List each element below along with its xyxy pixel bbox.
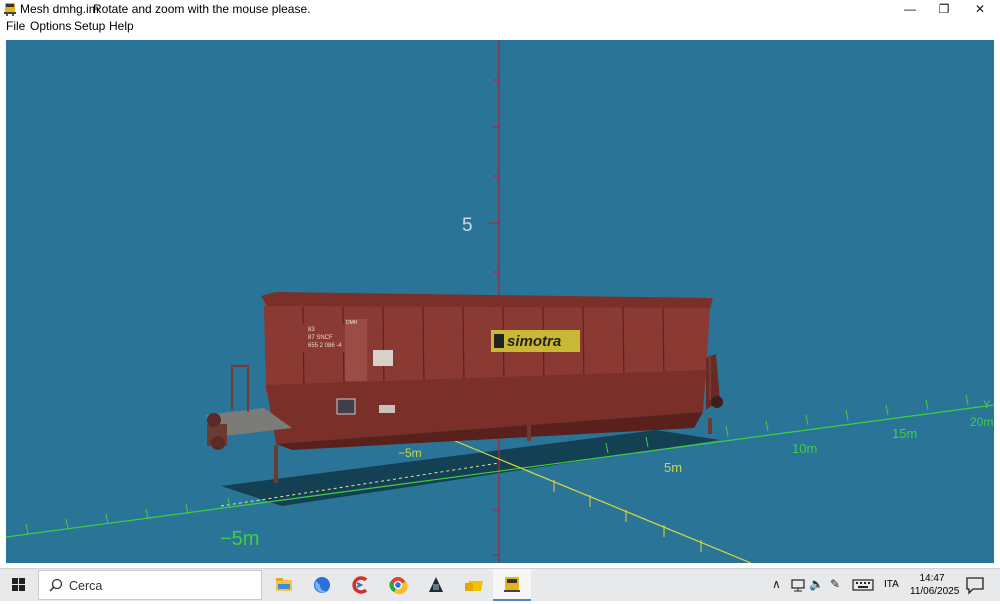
menu-setup[interactable]: Setup <box>74 19 105 33</box>
wagon-uic-line-3: 655 2 086 -4 <box>308 343 342 349</box>
close-button[interactable]: ✕ <box>963 0 997 18</box>
freight-wagon-model: 83 87 SNCF 655 2 086 -4 DMH simotra <box>205 292 723 483</box>
taskbar-file-explorer[interactable] <box>265 569 303 601</box>
wagon-uic-line-2: 87 SNCF <box>308 335 333 341</box>
window-title: Mesh dmhg.im <box>20 2 99 16</box>
locomotive-icon <box>504 577 520 592</box>
3d-viewport[interactable]: 5 Y −5m 5m 10m 15m 20m −5m 83 87 SNCF 65… <box>6 40 994 563</box>
menu-options[interactable]: Options <box>30 19 71 33</box>
z-axis-label: 5 <box>462 215 473 236</box>
taskbar-chrome[interactable] <box>379 569 417 601</box>
title-bar: Mesh dmhg.im Rotate and zoom with the mo… <box>0 0 1000 18</box>
minimize-button[interactable]: — <box>893 0 927 18</box>
pen-icon[interactable]: ✎ <box>830 577 840 593</box>
y-axis-name: Y <box>983 399 991 411</box>
language-indicator[interactable]: ITA <box>884 579 899 590</box>
file-explorer-icon <box>276 578 292 591</box>
x-label-neg5: −5m <box>220 528 259 550</box>
menu-file[interactable]: File <box>6 19 25 33</box>
notifications-icon[interactable] <box>964 575 986 595</box>
keyboard-icon[interactable] <box>852 577 874 593</box>
ccleaner-icon <box>352 576 368 594</box>
menu-bar: File Options Setup Help <box>0 18 1000 34</box>
clock-date: 11/06/2025 <box>910 586 960 597</box>
search-box[interactable]: Cerca <box>38 570 262 600</box>
locomotive-app-icon <box>4 3 16 16</box>
volume-icon[interactable]: 🔈 <box>809 577 824 593</box>
clock[interactable]: 14:47 11/06/2025 <box>910 572 960 598</box>
search-placeholder: Cerca <box>69 579 103 593</box>
clock-time: 14:47 <box>919 573 945 584</box>
wagon-tag: DMH <box>346 320 358 326</box>
firefox-icon <box>314 577 330 593</box>
window-hint: Rotate and zoom with the mouse please. <box>93 2 311 16</box>
taskbar-dark-app[interactable] <box>417 569 455 601</box>
dark-app-icon <box>429 577 443 592</box>
taskbar-folder[interactable] <box>455 569 493 601</box>
y-label-5: 5m <box>664 460 682 475</box>
scene-canvas: 5 Y −5m 5m 10m 15m 20m −5m 83 87 SNCF 65… <box>6 40 994 563</box>
chrome-icon <box>389 577 408 595</box>
folder-icon <box>465 581 483 591</box>
y-label-20: 20m <box>970 415 993 429</box>
windows-start-icon[interactable] <box>0 569 38 601</box>
wagon-uic-line-1: 83 <box>308 327 315 333</box>
network-icon[interactable] <box>790 577 806 593</box>
y-label-neg5: −5m <box>398 446 422 460</box>
y-label-10: 10m <box>792 441 817 456</box>
menu-help[interactable]: Help <box>109 19 134 33</box>
y-label-15: 15m <box>892 426 917 441</box>
tray-chevron-up-icon[interactable]: ∧ <box>772 577 781 593</box>
wagon-brand-logo: simotra <box>507 333 561 350</box>
taskbar: Cerca ∧ 🔈 ✎ ITA 14:47 11/06/2025 <box>0 568 1000 601</box>
taskbar-mesh-viewer[interactable] <box>493 569 531 601</box>
taskbar-ccleaner[interactable] <box>341 569 379 601</box>
restore-button[interactable]: ❐ <box>927 0 961 18</box>
taskbar-firefox[interactable] <box>303 569 341 601</box>
search-icon <box>49 578 63 592</box>
